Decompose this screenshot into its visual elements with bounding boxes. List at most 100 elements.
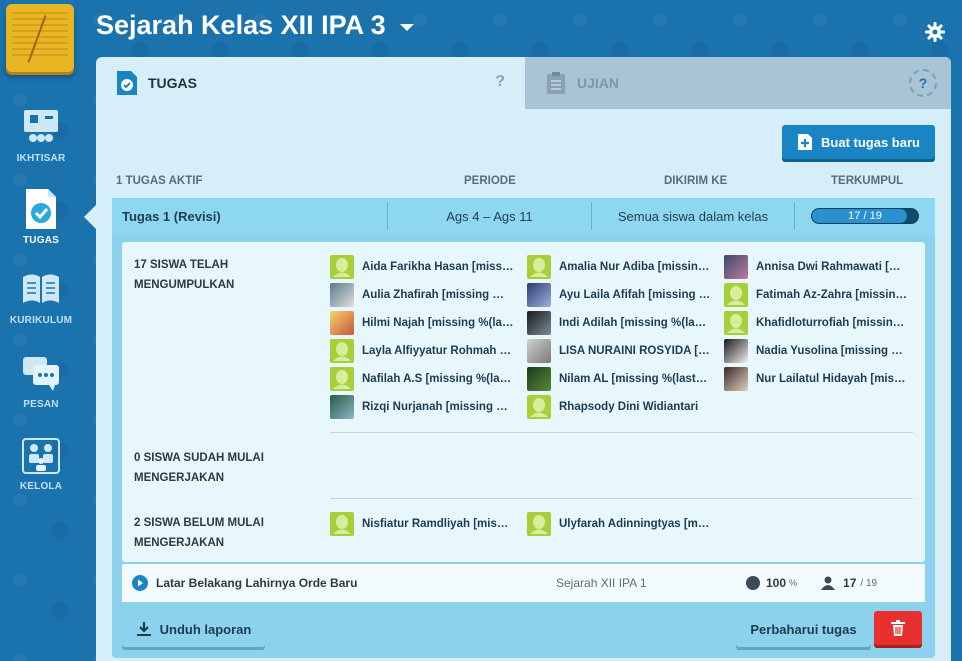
student-name: LISA NURAINI ROSYIDA [missing %(last_nam… (559, 345, 711, 357)
create-task-label: Buat tugas baru (821, 134, 920, 150)
submitted-section-label: 17 SISWA TELAH MENGUMPULKAN (134, 259, 235, 291)
collected-header: TERKUMPUL (831, 175, 904, 187)
tab-ujian[interactable]: UJIAN ? (525, 57, 951, 109)
sidebar-item-kurikulum[interactable]: KURIKULUM (0, 262, 82, 332)
task-name[interactable]: Tugas 1 (Revisi) (112, 202, 387, 230)
collected-progress-bar: 17 / 19 (811, 208, 919, 224)
student-name: Aulia Zhafirah [missing %(last_name)s] (362, 289, 514, 301)
active-nav-pointer (84, 205, 96, 229)
avatar (527, 512, 551, 536)
people-icon (21, 435, 61, 475)
avatar (330, 512, 354, 536)
download-icon (136, 622, 151, 636)
student-name: Khafidloturrofiah [missing %(last_name)s… (756, 317, 908, 329)
help-icon[interactable]: ? (495, 73, 505, 91)
avatar (527, 255, 551, 279)
submission-details: 17 SISWA TELAH MENGUMPULKAN 0 SISWA SUDA… (122, 242, 925, 562)
student-name: Rizqi Nurjanah [missing %(last_name)s] (362, 401, 514, 413)
avatar (330, 339, 354, 363)
avatar (724, 311, 748, 335)
student-name: Indi Adilah [missing %(last_name)s] (559, 317, 711, 329)
student-item[interactable]: Nur Lailatul Hidayah [missing %(last_nam… (724, 367, 914, 391)
update-task-button[interactable]: Perbaharui tugas (736, 611, 871, 647)
student-item[interactable]: Hilmi Najah [missing %(last_name)s] (330, 311, 520, 335)
student-item[interactable]: Annisa Dwi Rahmawati [missing %(last_nam… (724, 255, 914, 279)
main-panel: TUGAS ? UJIAN ? Buat tugas baru 1 TUGAS … (96, 57, 951, 661)
lesson-score: 100 (766, 576, 787, 590)
sent-to-header: DIKIRIM KE (664, 175, 728, 187)
student-item[interactable]: Nadia Yusolina [missing %(last_name)s] (724, 339, 914, 363)
chat-icon (21, 353, 61, 393)
help-icon[interactable]: ? (909, 69, 937, 97)
task-sent-to: Semua siswa dalam kelas (617, 208, 769, 224)
task-row[interactable]: Tugas 1 (Revisi) Ags 4 – Ags 11 Semua si… (112, 198, 935, 234)
student-name: Rhapsody Dini Widiantari (559, 401, 699, 413)
student-item[interactable]: Aulia Zhafirah [missing %(last_name)s] (330, 283, 520, 307)
tab-tugas[interactable]: TUGAS ? (96, 57, 525, 109)
chevron-down-icon (399, 24, 414, 31)
student-item[interactable]: Aida Farikha Hasan [missing %(last_name)… (330, 255, 520, 279)
lesson-row[interactable]: Latar Belakang Lahirnya Orde Baru Sejara… (122, 564, 925, 602)
assignment-check-icon (116, 70, 138, 96)
sidebar-item-label: KURIKULUM (9, 315, 73, 326)
play-icon (132, 575, 148, 591)
student-item[interactable]: Rhapsody Dini Widiantari (527, 395, 717, 419)
lesson-class: Sejarah XII IPA 1 (556, 576, 647, 590)
trash-icon (891, 620, 905, 636)
class-logo[interactable] (6, 4, 74, 72)
avatar (330, 311, 354, 335)
sidebar: IKHTISAR TUGAS KURIKULUM PESAN KELOLA (0, 0, 82, 661)
student-item[interactable]: Nilam AL [missing %(last_name)s] (527, 367, 717, 391)
presentation-icon (21, 107, 61, 147)
lesson-students-total: / 19 (860, 577, 878, 589)
student-name: Nadia Yusolina [missing %(last_name)s] (756, 345, 908, 357)
task-card: Tugas 1 (Revisi) Ags 4 – Ags 11 Semua si… (112, 198, 935, 658)
student-name: Nafilah A.S [missing %(last_name)s] (362, 373, 514, 385)
avatar (527, 395, 551, 419)
avatar (724, 255, 748, 279)
avatar (330, 395, 354, 419)
student-name: Nur Lailatul Hidayah [missing %(last_nam… (756, 373, 908, 385)
class-title-dropdown[interactable]: Sejarah Kelas XII IPA 3 (96, 10, 414, 41)
page-title: Sejarah Kelas XII IPA 3 (96, 10, 386, 40)
sidebar-item-kelola[interactable]: KELOLA (0, 428, 82, 498)
avatar (330, 367, 354, 391)
update-task-label: Perbaharui tugas (750, 621, 857, 637)
student-name: Layla Alfiyyatur Rohmah [missing %(last_… (362, 345, 514, 357)
student-item[interactable]: Ulyfarah Adinningtyas [missing %(last_na… (527, 512, 717, 536)
sidebar-item-label: PESAN (23, 399, 59, 410)
student-item[interactable]: Amalia Nur Adiba [missing %(last_name)s] (527, 255, 717, 279)
tab-label: UJIAN (577, 75, 620, 91)
progress-text: 17 / 19 (848, 210, 882, 222)
sidebar-item-tugas[interactable]: TUGAS (0, 182, 82, 252)
avatar (527, 311, 551, 335)
avatar (330, 283, 354, 307)
gear-icon[interactable] (925, 22, 945, 42)
avatar (724, 283, 748, 307)
add-document-icon (798, 134, 813, 150)
student-item[interactable]: Rizqi Nurjanah [missing %(last_name)s] (330, 395, 520, 419)
student-item[interactable]: Indi Adilah [missing %(last_name)s] (527, 311, 717, 335)
create-task-button[interactable]: Buat tugas baru (782, 125, 935, 159)
sidebar-item-pesan[interactable]: PESAN (0, 346, 82, 416)
download-report-button[interactable]: Unduh laporan (122, 611, 265, 647)
sidebar-item-label: IKHTISAR (16, 153, 66, 164)
student-item[interactable]: LISA NURAINI ROSYIDA [missing %(last_nam… (527, 339, 717, 363)
assignment-check-icon (21, 189, 61, 229)
student-name: Ayu Laila Afifah [missing %(last_name)s] (559, 289, 711, 301)
delete-task-button[interactable] (874, 611, 922, 645)
period-header: PERIODE (464, 175, 516, 187)
student-item[interactable]: Khafidloturrofiah [missing %(last_name)s… (724, 311, 914, 335)
student-name: Nisfiatur Ramdliyah [missing %(last_name… (362, 518, 514, 530)
student-name: Fatimah Az-Zahra [missing %(last_name)s] (756, 289, 908, 301)
sidebar-item-ikhtisar[interactable]: IKHTISAR (0, 100, 82, 170)
download-report-label: Unduh laporan (159, 621, 252, 637)
tab-label: TUGAS (148, 75, 197, 91)
student-item[interactable]: Fatimah Az-Zahra [missing %(last_name)s] (724, 283, 914, 307)
avatar (527, 283, 551, 307)
student-item[interactable]: Layla Alfiyyatur Rohmah [missing %(last_… (330, 339, 520, 363)
student-item[interactable]: Nafilah A.S [missing %(last_name)s] (330, 367, 520, 391)
student-name: Amalia Nur Adiba [missing %(last_name)s] (559, 261, 711, 273)
student-item[interactable]: Nisfiatur Ramdliyah [missing %(last_name… (330, 512, 520, 536)
student-item[interactable]: Ayu Laila Afifah [missing %(last_name)s] (527, 283, 717, 307)
